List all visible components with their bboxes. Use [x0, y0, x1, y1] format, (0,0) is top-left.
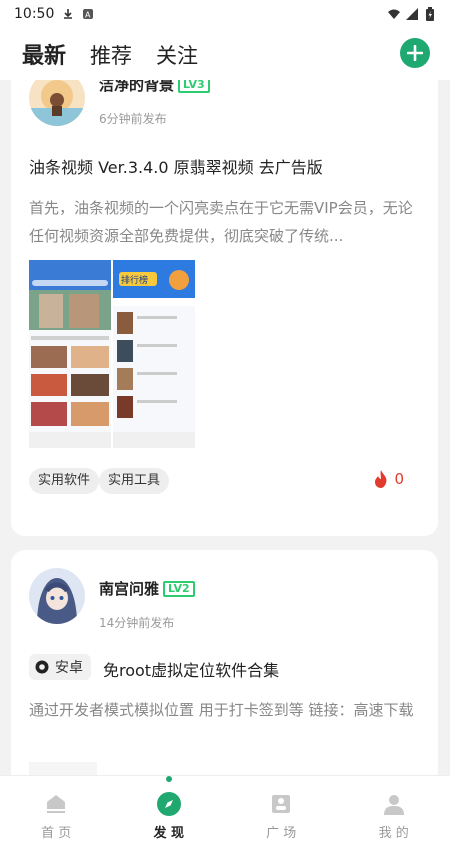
fire-icon [375, 470, 387, 488]
avatar-image [29, 80, 85, 126]
level-badge: LV3 [178, 80, 210, 93]
post-author[interactable]: 南宫问雅 LV2 [99, 578, 195, 599]
tag-chip[interactable]: 实用工具 [99, 468, 170, 494]
post-title[interactable]: 油条视频 Ver.3.4.0 原翡翠视频 去广告版 [29, 154, 323, 178]
post-time: 14分钟前发布 [99, 616, 175, 630]
signal-icon [406, 8, 418, 20]
nav-home-label: 首 页 [41, 826, 72, 841]
nav-discover[interactable]: 发 现 [113, 776, 226, 850]
nav-discover-label: 发 现 [153, 826, 185, 841]
post-excerpt[interactable]: 首先，油条视频的一个闪亮卖点在于它无需VIP会员，无论任何视频资源全部免费提供，… [29, 194, 421, 250]
nav-profile-label: 我 的 [378, 826, 409, 841]
compass-icon [156, 792, 181, 816]
nav-square[interactable]: 广 场 [225, 776, 338, 850]
tab-recommended[interactable]: 推荐 [90, 40, 132, 70]
wifi-icon [388, 9, 400, 19]
post-author[interactable]: 洁净的背景 LV3 [99, 80, 210, 95]
status-bar: 10:50 A [0, 0, 450, 28]
tab-latest[interactable]: 最新 [22, 38, 66, 70]
svg-text:A: A [85, 11, 91, 20]
android-chat-icon [35, 660, 49, 674]
status-time: 10:50 [14, 6, 55, 22]
person-icon [383, 795, 404, 815]
post-feed[interactable]: 洁净的背景 LV3 6分钟前发布 油条视频 Ver.3.4.0 原翡翠视频 去广… [0, 80, 450, 775]
level-badge: LV2 [163, 580, 195, 597]
tag-chip[interactable]: 实用软件 [29, 468, 100, 494]
screenshot-thumbnail[interactable] [29, 762, 97, 775]
post-card[interactable]: 洁净的背景 LV3 6分钟前发布 油条视频 Ver.3.4.0 原翡翠视频 去广… [11, 80, 438, 536]
bottom-nav: 首 页 发 现 广 场 我 的 [0, 775, 450, 850]
nav-square-label: 广 场 [266, 826, 297, 841]
feed-tabs: 最新 推荐 关注 [22, 38, 198, 70]
avatar-image [29, 568, 85, 624]
screenshot-thumbnail[interactable]: 排行榜 [113, 260, 195, 448]
post-card[interactable]: 南宫问雅 LV2 14分钟前发布 安卓 免root虚拟定位软件合集 通过开发者模… [11, 550, 438, 775]
download-icon [64, 9, 73, 19]
nav-home[interactable]: 首 页 [0, 776, 113, 850]
top-header: 最新 推荐 关注 [0, 28, 450, 80]
battery-icon [426, 7, 434, 21]
avatar[interactable] [29, 80, 85, 126]
active-indicator [165, 776, 172, 782]
post-images: 排行榜 [29, 260, 195, 448]
nav-profile[interactable]: 我 的 [338, 776, 450, 850]
leaderboard-label: 排行榜 [121, 274, 148, 286]
square-card-icon [272, 795, 291, 813]
add-post-button[interactable] [400, 38, 430, 68]
post-time: 6分钟前发布 [99, 112, 167, 126]
app-notification-icon: A [83, 9, 94, 20]
tab-following[interactable]: 关注 [156, 40, 198, 70]
home-icon [47, 795, 66, 813]
post-title[interactable]: 免root虚拟定位软件合集 [103, 657, 279, 681]
post-excerpt[interactable]: 通过开发者模式模拟位置 用于打卡签到等 链接：高速下载 [29, 696, 421, 724]
author-name: 洁净的背景 [99, 80, 175, 94]
category-label: 安卓 [55, 660, 83, 676]
hot-counter[interactable]: 0 [374, 470, 404, 488]
screenshot-thumbnail[interactable] [29, 260, 111, 448]
category-chip[interactable]: 安卓 [29, 654, 91, 680]
hot-count: 0 [394, 470, 404, 488]
plus-circle-icon [407, 45, 423, 61]
avatar[interactable] [29, 568, 85, 624]
author-name: 南宫问雅 [99, 580, 160, 598]
